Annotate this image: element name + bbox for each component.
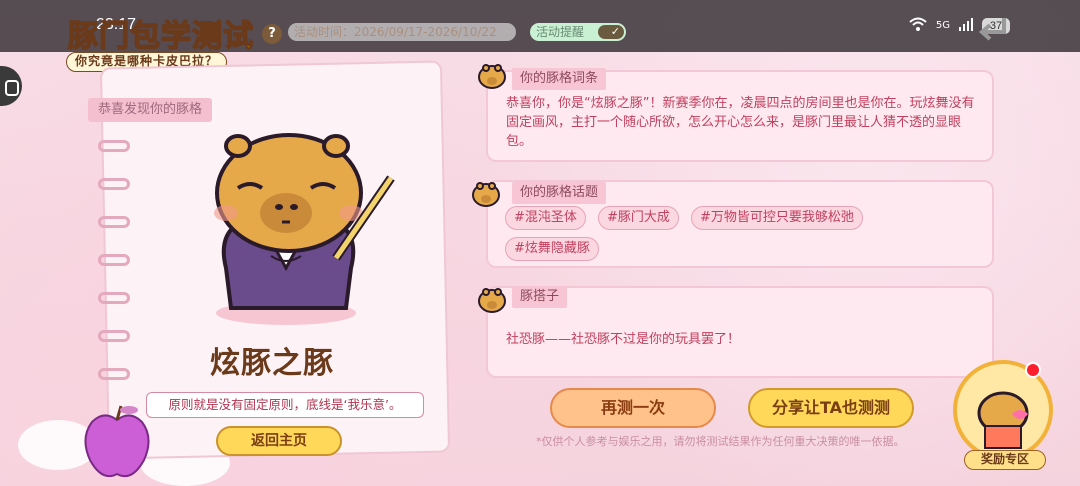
capybara-illustration	[214, 133, 395, 325]
topic-tag[interactable]: #混沌圣体	[505, 206, 586, 230]
capybara-icon	[478, 64, 506, 89]
result-name: 炫豚之豚	[210, 346, 334, 381]
quote-panel-title: 你的豚格词条	[512, 68, 607, 90]
result-motto: 原则就是没有固定原则，底线是‘我乐意’。	[146, 392, 424, 418]
reward-zone-button[interactable]: 奖励专区	[964, 450, 1046, 470]
disclaimer: *仅供个人参考与娱乐之用，请勿将测试结果作为任何重大决策的唯一依据。	[536, 435, 905, 448]
partner-panel-title: 豚搭子	[512, 286, 568, 308]
quote-panel-text: 恭喜你，你是“炫豚之豚”！新赛季你在，凌晨四点的房间里也是你在。玩炫舞没有固定画…	[506, 96, 975, 149]
return-home-button[interactable]: 返回主页	[216, 426, 342, 456]
remind-label: 活动提醒	[536, 25, 585, 39]
activity-period: 活动时间：2026/09/17-2026/10/22	[288, 23, 516, 41]
signal-icon	[958, 16, 974, 35]
apple-icon	[84, 405, 150, 478]
page-title: 豚门包学测试	[67, 18, 254, 55]
help-icon[interactable]: ?	[262, 24, 282, 44]
back-arrow-icon[interactable]	[976, 14, 1010, 44]
capybara-icon	[472, 182, 500, 207]
capybara-icon	[478, 288, 506, 313]
notification-dot	[1025, 362, 1041, 378]
topic-tag[interactable]: #豚门大成	[598, 206, 679, 230]
toggle-switch[interactable]	[598, 23, 624, 41]
topic-tag[interactable]: #炫舞隐藏豚	[505, 237, 599, 261]
share-button[interactable]: 分享让TA也测测	[748, 388, 914, 428]
network-label: 5G	[935, 20, 950, 31]
topic-tags: #混沌圣体 #豚门大成 #万物皆可控只要我够松弛 #炫舞隐藏豚	[505, 206, 935, 268]
topics-panel-title: 你的豚格话题	[512, 182, 607, 204]
wifi-icon	[908, 16, 928, 35]
partner-panel-text: 社恐豚——社恐豚不过是你的玩具罢了！	[506, 332, 741, 347]
topic-tag[interactable]: #万物皆可控只要我够松弛	[691, 206, 863, 230]
activity-remind-toggle[interactable]: 活动提醒	[530, 23, 626, 41]
retry-button[interactable]: 再测一次	[550, 388, 716, 428]
